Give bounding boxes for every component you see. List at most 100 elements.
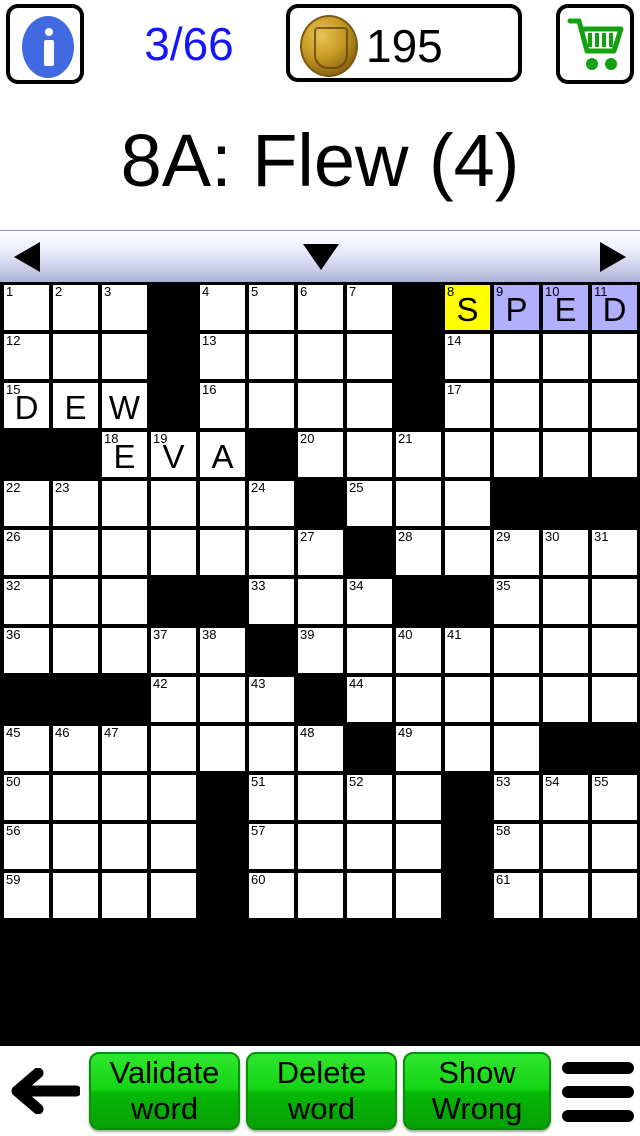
grid-cell[interactable]: 30 xyxy=(541,528,590,577)
grid-cell[interactable] xyxy=(296,871,345,920)
grid-cell[interactable]: 36 xyxy=(2,626,51,675)
grid-cell[interactable]: 39 xyxy=(296,626,345,675)
grid-cell[interactable]: 22 xyxy=(2,479,51,528)
grid-cell[interactable]: 18 E xyxy=(100,430,149,479)
grid-cell[interactable]: 41 xyxy=(443,626,492,675)
grid-cell[interactable]: 38 xyxy=(198,626,247,675)
right-triangle-icon[interactable] xyxy=(600,242,626,272)
grid-cell[interactable]: 49 xyxy=(394,724,443,773)
grid-cell[interactable]: 60 xyxy=(247,871,296,920)
grid-cell[interactable]: 3 xyxy=(100,283,149,332)
grid-cell[interactable] xyxy=(149,528,198,577)
grid-cell[interactable]: 29 xyxy=(492,528,541,577)
shop-button[interactable] xyxy=(556,4,634,84)
grid-cell[interactable]: 5 xyxy=(247,283,296,332)
grid-cell[interactable]: 17 xyxy=(443,381,492,430)
grid-cell[interactable] xyxy=(590,430,639,479)
grid-cell[interactable] xyxy=(51,528,100,577)
grid-cell[interactable]: 47 xyxy=(100,724,149,773)
grid-cell[interactable] xyxy=(394,675,443,724)
grid-cell[interactable] xyxy=(492,332,541,381)
grid-cell[interactable] xyxy=(590,332,639,381)
grid-cell[interactable] xyxy=(198,528,247,577)
grid-cell[interactable]: 43 xyxy=(247,675,296,724)
show-wrong-button[interactable]: Show Wrong xyxy=(403,1052,551,1130)
grid-cell[interactable]: 13 xyxy=(198,332,247,381)
grid-cell[interactable]: 15 D xyxy=(2,381,51,430)
grid-cell[interactable] xyxy=(247,528,296,577)
grid-cell[interactable] xyxy=(51,626,100,675)
grid-cell[interactable]: 23 xyxy=(51,479,100,528)
grid-cell[interactable]: 2 xyxy=(51,283,100,332)
grid-cell[interactable] xyxy=(590,577,639,626)
grid-cell[interactable]: 61 xyxy=(492,871,541,920)
grid-cell[interactable] xyxy=(296,822,345,871)
grid-cell[interactable] xyxy=(100,822,149,871)
grid-cell[interactable] xyxy=(492,626,541,675)
grid-cell[interactable] xyxy=(51,871,100,920)
grid-cell[interactable] xyxy=(296,773,345,822)
grid-cell[interactable] xyxy=(345,430,394,479)
grid-cell[interactable]: 11 D xyxy=(590,283,639,332)
grid-cell[interactable] xyxy=(198,479,247,528)
grid-cell[interactable] xyxy=(100,626,149,675)
grid-cell[interactable] xyxy=(492,675,541,724)
grid-cell[interactable]: W xyxy=(100,381,149,430)
grid-cell[interactable]: 37 xyxy=(149,626,198,675)
grid-cell[interactable]: 27 xyxy=(296,528,345,577)
grid-cell[interactable] xyxy=(394,479,443,528)
grid-cell[interactable] xyxy=(590,871,639,920)
grid-cell[interactable] xyxy=(541,430,590,479)
grid-cell[interactable]: 55 xyxy=(590,773,639,822)
grid-cell[interactable] xyxy=(100,871,149,920)
grid-cell[interactable] xyxy=(443,724,492,773)
grid-cell[interactable]: 16 xyxy=(198,381,247,430)
grid-cell[interactable]: E xyxy=(51,381,100,430)
grid-cell[interactable] xyxy=(443,528,492,577)
grid-cell[interactable]: 44 xyxy=(345,675,394,724)
grid-cell[interactable]: 25 xyxy=(345,479,394,528)
grid-cell[interactable] xyxy=(541,822,590,871)
grid-cell[interactable]: A xyxy=(198,430,247,479)
grid-cell[interactable]: 48 xyxy=(296,724,345,773)
grid-cell[interactable] xyxy=(541,381,590,430)
grid-cell[interactable]: 52 xyxy=(345,773,394,822)
grid-cell[interactable]: 59 xyxy=(2,871,51,920)
grid-cell[interactable]: 4 xyxy=(198,283,247,332)
grid-cell[interactable] xyxy=(541,626,590,675)
grid-cell[interactable] xyxy=(492,430,541,479)
grid-cell[interactable]: 35 xyxy=(492,577,541,626)
grid-cell[interactable] xyxy=(51,822,100,871)
grid-cell[interactable] xyxy=(394,871,443,920)
grid-cell[interactable] xyxy=(100,332,149,381)
grid-cell[interactable]: 1 xyxy=(2,283,51,332)
grid-cell[interactable] xyxy=(296,381,345,430)
grid-cell[interactable]: 58 xyxy=(492,822,541,871)
grid-cell[interactable]: 21 xyxy=(394,430,443,479)
grid-cell[interactable] xyxy=(247,381,296,430)
grid-cell[interactable] xyxy=(149,479,198,528)
grid-cell[interactable]: 10 E xyxy=(541,283,590,332)
grid-cell[interactable]: 53 xyxy=(492,773,541,822)
grid-cell[interactable]: 34 xyxy=(345,577,394,626)
grid-cell[interactable] xyxy=(100,577,149,626)
grid-cell[interactable] xyxy=(149,871,198,920)
grid-cell[interactable] xyxy=(51,332,100,381)
grid-cell[interactable] xyxy=(443,479,492,528)
hamburger-menu-icon[interactable] xyxy=(562,1062,634,1122)
grid-cell[interactable]: 50 xyxy=(2,773,51,822)
grid-cell[interactable]: 54 xyxy=(541,773,590,822)
grid-cell[interactable]: 56 xyxy=(2,822,51,871)
grid-cell[interactable]: 6 xyxy=(296,283,345,332)
grid-cell[interactable]: 8S xyxy=(443,283,492,332)
grid-cell[interactable]: 40 xyxy=(394,626,443,675)
grid-cell[interactable]: 24 xyxy=(247,479,296,528)
grid-cell[interactable] xyxy=(247,724,296,773)
delete-word-button[interactable]: Delete word xyxy=(246,1052,397,1130)
grid-cell[interactable]: 14 xyxy=(443,332,492,381)
left-arrow-icon[interactable] xyxy=(8,1068,80,1114)
grid-cell[interactable] xyxy=(590,381,639,430)
grid-cell[interactable]: 19 V xyxy=(149,430,198,479)
grid-cell[interactable] xyxy=(590,626,639,675)
grid-cell[interactable]: 33 xyxy=(247,577,296,626)
